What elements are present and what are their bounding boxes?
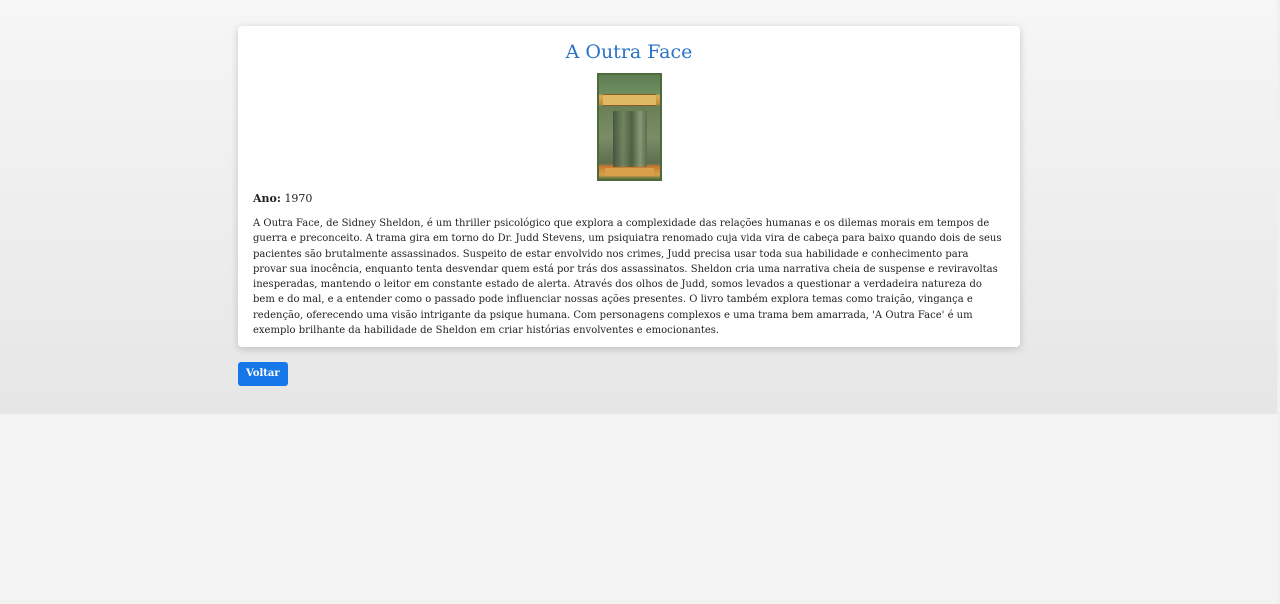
cover-title-band <box>602 94 656 106</box>
book-card: A Outra Face Ano: 1970 A Outra Face, de … <box>238 26 1020 347</box>
cover-figure <box>612 111 647 167</box>
book-year: 1970 <box>284 192 313 205</box>
back-button[interactable]: Voltar <box>238 362 288 386</box>
cover-author-band <box>604 168 654 176</box>
book-title: A Outra Face <box>565 41 693 63</box>
year-label: Ano: <box>253 192 281 205</box>
book-year-line: Ano: 1970 <box>253 191 1005 207</box>
book-cover-wrapper <box>253 73 1005 181</box>
book-cover-image <box>596 73 662 181</box>
book-description: A Outra Face, de Sidney Sheldon, é um th… <box>253 218 1002 337</box>
